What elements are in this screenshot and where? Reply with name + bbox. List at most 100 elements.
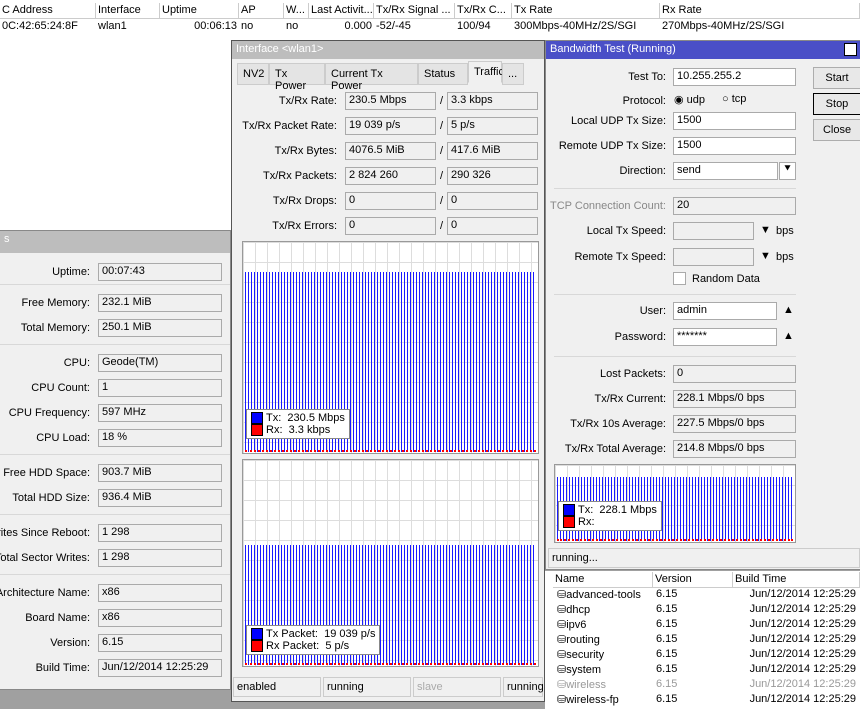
column-header[interactable]: Tx/Rx Signal ... xyxy=(374,3,455,19)
direction-label: Direction: xyxy=(619,165,666,177)
radio-udp[interactable]: ◉ udp xyxy=(674,93,705,106)
table-cell[interactable]: 00:06:13 xyxy=(160,19,239,34)
close-button[interactable]: Close xyxy=(813,119,860,141)
bw-tx-swatch xyxy=(563,504,575,517)
remote-tx-speed-field[interactable] xyxy=(673,248,754,266)
column-header[interactable]: Tx/Rx C... xyxy=(455,3,512,19)
column-header[interactable]: Name xyxy=(553,572,653,588)
rate-legend: Tx: 230.5 Mbps Rx: 3.3 kbps xyxy=(246,409,350,440)
package-row[interactable]: ⛁security xyxy=(557,648,604,663)
test-to-field[interactable]: 10.255.255.2 xyxy=(673,68,796,86)
tx-packet-swatch xyxy=(251,628,263,641)
field-value: 232.1 MiB xyxy=(98,294,222,312)
separator xyxy=(554,188,796,189)
table-cell[interactable]: 0.000 xyxy=(309,19,374,34)
dropdown-icon[interactable]: ▼ xyxy=(760,224,771,236)
package-version: 6.15 xyxy=(656,588,678,600)
field-value: Jun/12/2014 12:25:29 xyxy=(98,659,222,677)
bandwidth-test-window: Bandwidth Test (Running) Test To: 10.255.… xyxy=(545,40,860,570)
tx-value: 2 824 260 xyxy=(345,167,436,185)
packet-legend: Tx Packet: 19 039 p/s Rx Packet: 5 p/s xyxy=(246,625,381,656)
field-label: Free Memory: xyxy=(21,297,90,309)
package-row[interactable]: ⛁wireless-fp xyxy=(557,693,619,708)
column-header[interactable]: AP xyxy=(239,3,284,19)
stop-button[interactable]: Stop xyxy=(813,93,860,115)
bw-tx-label: Tx: xyxy=(578,504,594,516)
table-cell[interactable]: no xyxy=(239,19,284,34)
slash: / xyxy=(440,220,444,232)
packet-graph: Tx Packet: 19 039 p/s Rx Packet: 5 p/s xyxy=(242,459,539,667)
tab-traffic[interactable]: Traffic xyxy=(468,61,504,83)
up-arrow-icon[interactable]: ▲ xyxy=(783,304,794,316)
package-icon: ⛁ xyxy=(557,649,567,661)
table-cell[interactable]: 0C:42:65:24:8F xyxy=(0,19,96,34)
column-header[interactable]: Uptime xyxy=(160,3,239,19)
slash: / xyxy=(440,145,444,157)
dropdown-icon[interactable]: ▼ xyxy=(760,250,771,262)
rx-swatch xyxy=(251,424,263,437)
separator xyxy=(0,344,230,345)
random-data-checkbox[interactable] xyxy=(673,272,686,285)
package-name: security xyxy=(566,649,605,661)
package-row[interactable]: ⛁wireless xyxy=(557,678,606,693)
table-cell[interactable]: 100/94 xyxy=(455,19,512,34)
field-label: Build Time: xyxy=(35,662,90,674)
slash: / xyxy=(440,170,444,182)
separator xyxy=(554,356,796,357)
local-udp-size-field[interactable]: 1500 xyxy=(673,112,796,130)
column-header[interactable]: Build Time xyxy=(733,572,860,588)
random-data-label: Random Data xyxy=(692,273,760,285)
table-cell[interactable]: wlan1 xyxy=(96,19,160,34)
package-row[interactable]: ⛁system xyxy=(557,663,601,678)
package-icon: ⛁ xyxy=(557,589,567,601)
field-label: Total Memory: xyxy=(20,322,90,334)
tab-status[interactable]: Status xyxy=(418,63,468,85)
start-button[interactable]: Start xyxy=(813,67,860,89)
local-tx-speed-label: Local Tx Speed: xyxy=(586,225,666,237)
package-row[interactable]: ⛁routing xyxy=(557,633,600,648)
dropdown-arrow-icon[interactable]: ⯆ xyxy=(779,162,796,180)
package-version: 6.15 xyxy=(656,603,678,615)
column-header[interactable]: Last Activit... xyxy=(309,3,374,19)
tx-label: Tx: xyxy=(266,412,282,424)
package-row[interactable]: ⛁advanced-tools xyxy=(557,588,641,603)
tab--[interactable]: ... xyxy=(502,63,524,85)
column-header[interactable]: Version xyxy=(653,572,733,588)
table-cell[interactable]: 300Mbps-40MHz/2S/SGI xyxy=(512,19,660,34)
column-header[interactable]: Rx Rate xyxy=(660,3,860,19)
tab-tx-power[interactable]: Tx Power xyxy=(269,63,325,92)
remote-udp-size-field[interactable]: 1500 xyxy=(673,137,796,155)
package-row[interactable]: ⛁dhcp xyxy=(557,603,590,618)
up-arrow-icon[interactable]: ▲ xyxy=(783,330,794,342)
user-field[interactable]: admin xyxy=(673,302,777,320)
package-icon: ⛁ xyxy=(557,664,567,676)
direction-field[interactable]: send xyxy=(673,162,778,180)
radio-empty-icon[interactable]: ○ xyxy=(722,93,729,105)
local-tx-speed-field[interactable] xyxy=(673,222,754,240)
column-header[interactable]: W... xyxy=(284,3,309,19)
table-cell[interactable]: 270Mbps-40MHz/2S/SGI xyxy=(660,19,860,34)
field-label: Total Sector Writes: xyxy=(0,552,90,564)
table-cell[interactable]: -52/-45 xyxy=(374,19,455,34)
package-row[interactable]: ⛁ipv6 xyxy=(557,618,586,633)
package-build-time: Jun/12/2014 12:25:29 xyxy=(749,693,856,705)
tx-rx-total-average-field: 214.8 Mbps/0 bps xyxy=(673,440,796,458)
column-header[interactable]: Tx Rate xyxy=(512,3,660,19)
tab-nv2[interactable]: NV2 xyxy=(237,63,269,85)
maximize-icon[interactable] xyxy=(844,43,857,56)
column-header[interactable]: C Address xyxy=(0,3,96,19)
rx-value: 290 326 xyxy=(447,167,538,185)
package-version: 6.15 xyxy=(656,633,678,645)
rx-value: 5 p/s xyxy=(447,117,538,135)
column-header[interactable]: Interface xyxy=(96,3,160,19)
tab-current-tx-power[interactable]: Current Tx Power xyxy=(325,63,418,92)
tx-value: 0 xyxy=(345,217,436,235)
field-value: 1 298 xyxy=(98,524,222,542)
tx-value: 230.5 Mbps xyxy=(287,412,345,424)
password-field[interactable]: ******* xyxy=(673,328,777,346)
package-version: 6.15 xyxy=(656,663,678,675)
table-cell[interactable]: no xyxy=(284,19,309,34)
radio-tcp[interactable]: ○ tcp xyxy=(722,93,746,105)
radio-selected-icon[interactable]: ◉ xyxy=(674,94,684,106)
separator xyxy=(554,294,796,295)
